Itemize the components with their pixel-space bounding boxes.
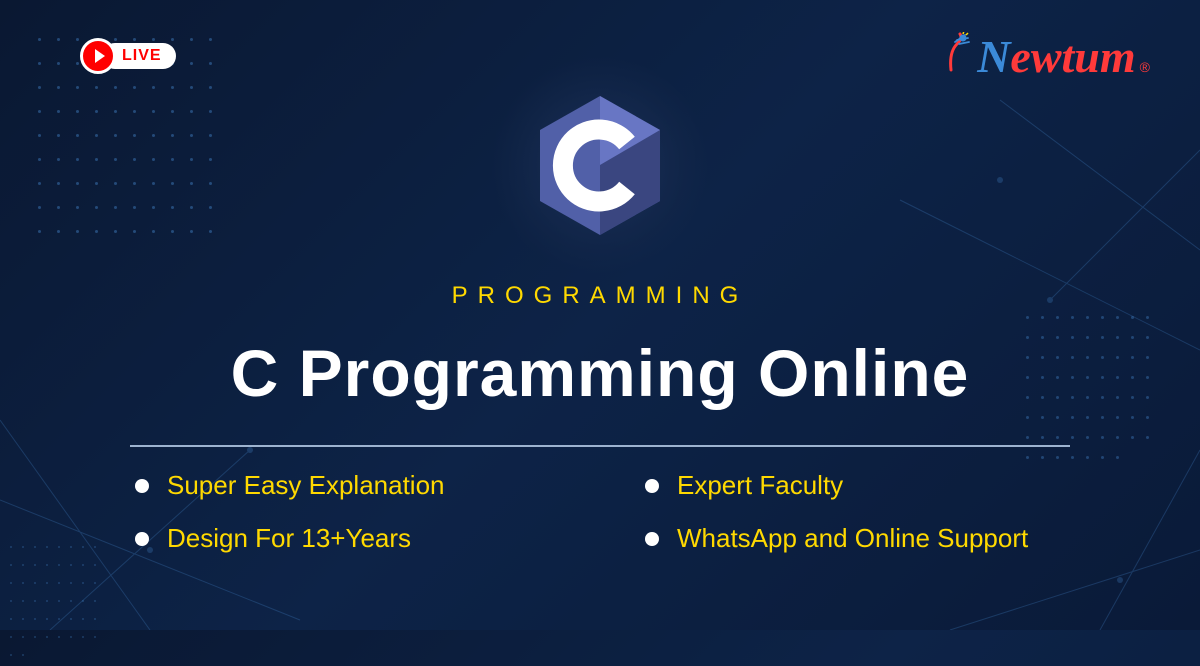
live-badge: LIVE [80, 38, 176, 74]
trademark-symbol: ® [1140, 59, 1150, 75]
feature-item: Super Easy Explanation [135, 470, 585, 501]
brand-icon [943, 32, 977, 77]
subtitle: PROGRAMMING [452, 282, 749, 310]
brand-logo: Newtum ® [943, 30, 1150, 83]
feature-text: Super Easy Explanation [167, 470, 445, 501]
decorative-dots-right [1020, 310, 1160, 450]
c-language-icon [535, 93, 665, 238]
bullet-icon [135, 532, 149, 546]
features-grid: Super Easy Explanation Expert Faculty De… [135, 470, 1095, 554]
bullet-icon [135, 479, 149, 493]
language-logo-container [490, 55, 710, 275]
feature-text: WhatsApp and Online Support [677, 523, 1028, 554]
main-title: C Programming Online [231, 335, 970, 411]
feature-text: Design For 13+Years [167, 523, 411, 554]
feature-item: Expert Faculty [645, 470, 1095, 501]
bullet-icon [645, 479, 659, 493]
feature-text: Expert Faculty [677, 470, 843, 501]
brand-name: Newtum [977, 30, 1135, 83]
divider-line [130, 445, 1070, 447]
feature-item: Design For 13+Years [135, 523, 585, 554]
feature-item: WhatsApp and Online Support [645, 523, 1095, 554]
decorative-dots-bottom-left [5, 540, 105, 620]
bullet-icon [645, 532, 659, 546]
play-icon [80, 38, 116, 74]
